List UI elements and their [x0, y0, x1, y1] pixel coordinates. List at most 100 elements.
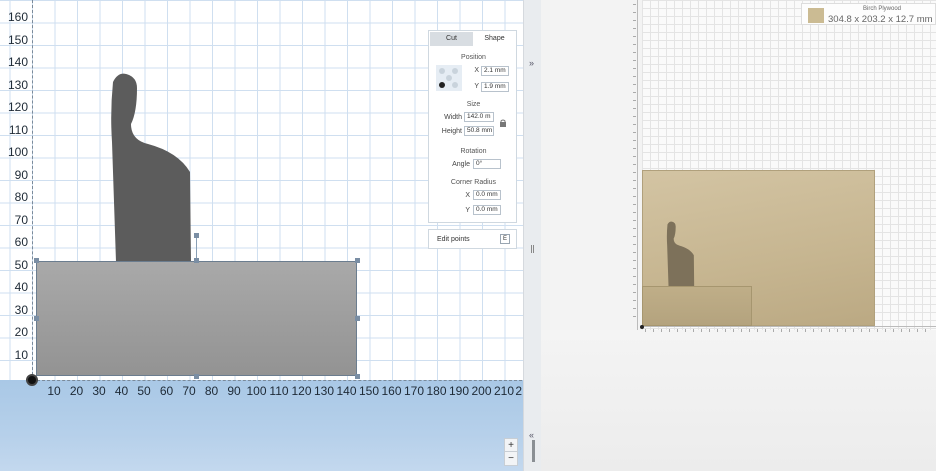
- height-field[interactable]: 50.8 mm: [464, 126, 494, 136]
- angle-field[interactable]: 0°: [473, 159, 501, 169]
- x-tick-label: 60: [159, 384, 174, 398]
- x-tick-label: 120: [291, 384, 312, 398]
- x-tick-label: 130: [313, 384, 335, 398]
- x-axis-line: [32, 380, 522, 381]
- anchor-dot-icon[interactable]: [446, 75, 452, 81]
- preview-ruler-tick: [869, 329, 870, 332]
- x-tick-label: 190: [448, 384, 470, 398]
- preview-ruler-tick: [633, 244, 636, 245]
- y-label: Y: [474, 83, 479, 90]
- preview-ruler-tick: [749, 329, 750, 332]
- resize-handle-l[interactable]: [34, 316, 39, 321]
- material-name: Birch Plywood: [862, 6, 901, 12]
- position-y-field[interactable]: 1.9 mm: [481, 82, 509, 92]
- corner-radius-x-field[interactable]: 0.0 mm: [473, 190, 501, 200]
- lock-aspect-icon[interactable]: [499, 119, 507, 127]
- preview-ruler-tick: [633, 28, 636, 29]
- y-tick-label: 150: [7, 32, 28, 47]
- width-field[interactable]: 142.0 m: [464, 112, 494, 122]
- tab-shape[interactable]: Shape: [473, 32, 516, 46]
- position-heading: Position: [461, 54, 486, 61]
- preview-ruler-tick: [701, 329, 702, 332]
- rectangle-shape[interactable]: [36, 261, 357, 376]
- expand-panel-icon[interactable]: »: [529, 58, 534, 68]
- preview-ruler-tick: [633, 276, 636, 277]
- y-tick-label: 100: [7, 145, 28, 159]
- preview-ruler-tick: [633, 100, 636, 101]
- zoom-controls: + −: [504, 438, 518, 466]
- preview-ruler-tick: [781, 329, 782, 332]
- x-tick-label: 50: [137, 384, 151, 398]
- x-tick-label: 100: [246, 384, 267, 398]
- material-preview-pane: Birch Plywood 304.8 x 203.2 x 12.7 mm: [541, 0, 936, 471]
- preview-ruler-tick: [633, 188, 636, 189]
- x-tick-label: 180: [426, 384, 447, 398]
- y-tick-label: 140: [7, 55, 28, 69]
- preview-ruler-tick: [925, 329, 926, 332]
- preview-ruler-tick: [909, 329, 910, 332]
- preview-ruler-tick: [633, 76, 636, 77]
- zoom-in-button[interactable]: +: [505, 439, 517, 452]
- position-x-field[interactable]: 2.1 mm: [481, 66, 509, 76]
- y-tick-label: 30: [14, 302, 28, 317]
- preview-ruler-tick: [633, 204, 636, 205]
- preview-ruler-tick: [633, 60, 636, 61]
- y-tick-label: 50: [14, 257, 28, 272]
- x-tick-label: 140: [336, 384, 357, 398]
- rotation-handle[interactable]: [194, 233, 199, 238]
- x-tick-label: 110: [269, 384, 289, 398]
- scrollbar-thumb[interactable]: [532, 440, 535, 462]
- preview-ruler-tick: [821, 329, 822, 332]
- preview-rectangle-cut: [642, 286, 752, 326]
- preview-ruler-tick: [633, 300, 636, 301]
- corner-x-label: X: [465, 192, 470, 199]
- resize-handle-br[interactable]: [355, 374, 360, 379]
- preview-ruler-tick: [693, 329, 694, 332]
- rotation-handle-line: [196, 236, 197, 260]
- preview-ruler-tick: [633, 156, 636, 157]
- corner-radius-y-field[interactable]: 0.0 mm: [473, 205, 501, 215]
- x-tick-label: 20: [69, 384, 84, 398]
- x-label: X: [474, 67, 479, 74]
- preview-ruler-tick: [845, 329, 846, 332]
- zoom-out-button[interactable]: −: [505, 452, 517, 465]
- preview-origin-marker: [640, 325, 644, 329]
- preview-ruler-tick: [633, 292, 636, 293]
- tab-cut[interactable]: Cut: [430, 32, 473, 46]
- divider-grip-icon[interactable]: [531, 245, 534, 253]
- resize-handle-r[interactable]: [355, 316, 360, 321]
- preview-ruler-tick: [633, 164, 636, 165]
- x-tick-label: 40: [114, 384, 129, 398]
- y-axis-line: [32, 0, 33, 380]
- panel-divider[interactable]: » «: [523, 0, 541, 471]
- y-tick-label: 80: [14, 190, 28, 204]
- edit-points-button[interactable]: Edit points E: [428, 229, 517, 249]
- x-tick-label: 210: [493, 384, 515, 398]
- preview-y-axis: [637, 0, 638, 330]
- preview-ruler-tick: [653, 329, 654, 332]
- y-tick-label: 60: [14, 235, 28, 249]
- figure-shape[interactable]: [110, 72, 195, 262]
- preview-ruler-tick: [669, 329, 670, 332]
- preview-ruler-tick: [633, 92, 636, 93]
- preview-ruler-tick: [885, 329, 886, 332]
- collapse-panel-icon[interactable]: «: [529, 430, 534, 440]
- preview-ruler-tick: [813, 329, 814, 332]
- preview-ruler-tick: [633, 36, 636, 37]
- resize-handle-b[interactable]: [194, 374, 199, 379]
- corner-radius-heading: Corner Radius: [450, 179, 497, 186]
- app-root: 160 150 140 130 120 110 100 90 80 70 60 50 40 30 20 10 …: [0, 0, 936, 471]
- preview-ruler-tick: [789, 329, 790, 332]
- preview-ruler-tick: [861, 329, 862, 332]
- x-tick-label: 30: [92, 384, 106, 398]
- material-badge[interactable]: Birch Plywood 304.8 x 203.2 x 12.7 mm: [801, 3, 936, 25]
- edit-points-icon[interactable]: E: [500, 234, 510, 244]
- resize-handle-tr[interactable]: [355, 258, 360, 263]
- preview-ruler-tick: [633, 172, 636, 173]
- preview-ruler-tick: [661, 329, 662, 332]
- x-tick-label: 90: [227, 384, 241, 398]
- preview-ruler-tick: [797, 329, 798, 332]
- y-tick-label: 90: [14, 167, 28, 182]
- resize-handle-t[interactable]: [194, 258, 199, 263]
- resize-handle-tl[interactable]: [34, 258, 39, 263]
